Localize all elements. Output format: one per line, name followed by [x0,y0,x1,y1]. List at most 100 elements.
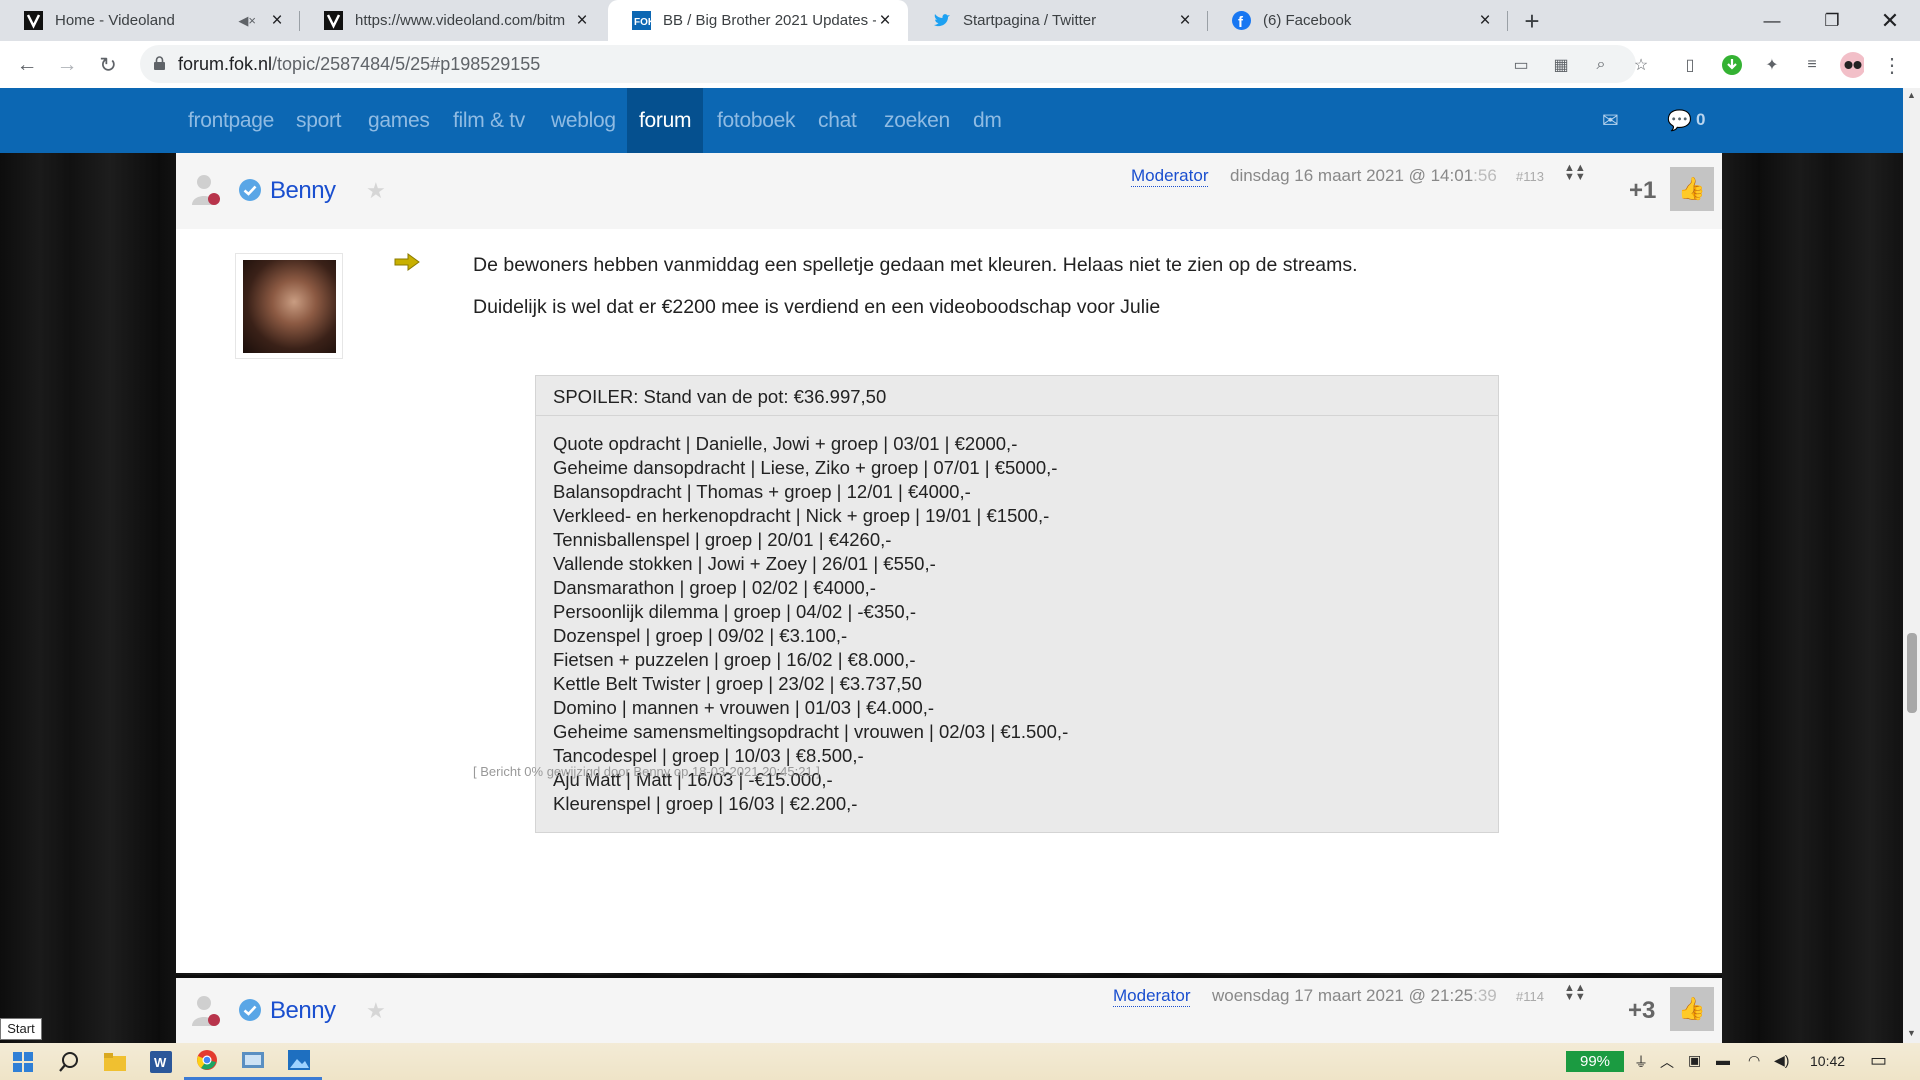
page-scrollbar[interactable]: ▲ ▼ [1903,88,1920,1043]
tab-fok-bigbrother[interactable]: FOK BB / Big Brother 2021 Updates - × [608,0,908,41]
back-button[interactable]: ← [13,51,41,79]
nav-games[interactable]: games [368,88,430,153]
spoiler-line: Geheime dansopdracht | Liese, Ziko + gro… [553,457,1058,478]
forward-button[interactable]: → [53,51,81,79]
post-date-text: dinsdag 16 maart 2021 @ 14:01 [1230,166,1474,185]
favorite-star-icon[interactable]: ★ [366,998,386,1024]
nav-forum[interactable]: forum [627,88,704,153]
windows-start-icon[interactable] [0,1043,46,1080]
post-sort-arrows-icon[interactable]: ▲▲ ▼▼ [1564,983,1586,1003]
nav-sport[interactable]: sport [296,88,341,153]
notifications-icon[interactable]: ▭ [1870,1050,1887,1071]
search-icon[interactable] [46,1043,92,1080]
user-status-icon [192,996,220,1026]
tab-facebook[interactable]: f (6) Facebook × [1208,0,1508,41]
nav-dm[interactable]: dm [973,88,1002,153]
nav-zoeken[interactable]: zoeken [884,88,950,153]
post-date-seconds: :39 [1473,986,1497,1005]
favorite-star-icon[interactable]: ★ [366,178,386,204]
verified-badge-icon [239,179,261,201]
next-forum-post-header: Benny ★ Moderator woensdag 17 maart 2021… [176,975,1722,1043]
apps-grid-icon[interactable]: ▦ [1550,54,1572,76]
spoiler-line: Domino | mannen + vrouwen | 01/03 | €4.0… [553,697,935,718]
spoiler-line: Kleurenspel | groep | 16/03 | €2.200,- [553,793,858,814]
scroll-up-arrow-icon[interactable]: ▲ [1903,90,1920,100]
photos-icon[interactable] [276,1043,322,1080]
tab-videoland-url[interactable]: https://www.videoland.com/bitm × [300,0,605,41]
windows-taskbar: W 99% ⏚ ︿ ▣ ▬ ◠ ◀) 10:42 ▭ [0,1043,1920,1080]
media-control-icon[interactable]: ≡ [1800,53,1824,77]
role-link[interactable]: Moderator [1131,166,1209,187]
muted-speaker-icon[interactable]: ◀× [238,13,256,29]
browser-menu-icon[interactable]: ⋮ [1880,53,1904,77]
spoiler-header[interactable]: SPOILER: Stand van de pot: €36.997,50 [536,376,1498,416]
file-explorer-icon[interactable] [92,1043,138,1080]
address-bar[interactable]: forum.fok.nl/topic/2587484/5/25#p1985291… [140,45,1648,83]
chat-bubble-icon[interactable]: 💬 [1667,108,1692,133]
tab-twitter[interactable]: Startpagina / Twitter × [908,0,1208,41]
cast-icon[interactable]: ▭ [1510,54,1532,76]
power-plug-icon[interactable]: ⏚ [1634,1052,1648,1072]
site-navigation: frontpage sport games film & tv weblog f… [0,88,1903,153]
bookmark-star-icon[interactable]: ☆ [1630,54,1652,76]
word-icon[interactable]: W [138,1043,184,1080]
spoiler-line: Vallende stokken | Jowi + Zoey | 26/01 |… [553,553,936,574]
nav-frontpage[interactable]: frontpage [188,88,274,153]
scrollbar-thumb[interactable] [1907,633,1917,713]
meet-now-icon[interactable]: ▣ [1688,1052,1701,1069]
battery-icon[interactable]: ▬ [1716,1052,1730,1068]
url-text: forum.fok.nl/topic/2587484/5/25#p1985291… [178,54,540,75]
close-window-button[interactable]: ✕ [1860,0,1920,41]
minimize-button[interactable]: — [1742,0,1802,41]
svg-text:W: W [154,1055,167,1070]
chrome-icon[interactable] [184,1043,230,1080]
close-tab-icon[interactable]: × [876,10,894,32]
spoiler-title: SPOILER: Stand van de pot: €36.997,50 [553,386,887,407]
close-tab-icon[interactable]: × [573,10,591,32]
nav-chat[interactable]: chat [818,88,857,153]
new-tab-button[interactable]: + [1518,6,1546,37]
scroll-down-arrow-icon[interactable]: ▼ [1903,1028,1920,1038]
forum-post: Benny ★ Moderator dinsdag 16 maart 2021 … [176,153,1722,973]
post-number-link[interactable]: #113 [1516,169,1544,184]
tab-strip: Home - Videoland ◀× × https://www.videol… [0,0,1920,41]
nav-weblog[interactable]: weblog [551,88,616,153]
avatar-frame [235,253,343,359]
thumbs-up-button[interactable]: 👍 [1670,167,1714,211]
post-date-seconds: :56 [1473,166,1497,185]
thumbs-up-button[interactable]: 👍 [1670,987,1714,1031]
nav-fotoboek[interactable]: fotoboek [717,88,795,153]
close-tab-icon[interactable]: × [1176,10,1194,32]
close-tab-icon[interactable]: × [1476,10,1494,32]
post-sort-arrows-icon[interactable]: ▲▲ ▼▼ [1564,163,1586,183]
extension-green-icon[interactable] [1720,53,1744,77]
avatar[interactable] [243,260,336,353]
role-link[interactable]: Moderator [1113,986,1191,1007]
clock[interactable]: 10:42 [1810,1053,1845,1069]
extension-phone-icon[interactable]: ▯ [1678,53,1702,77]
post-paragraph: De bewoners hebben vanmiddag een spellet… [473,254,1358,276]
username-link[interactable]: Benny [270,177,336,205]
nav-film-tv[interactable]: film & tv [453,88,525,153]
mail-icon[interactable]: ✉ [1602,108,1619,133]
profile-avatar-icon[interactable] [1840,52,1864,78]
close-tab-icon[interactable]: × [268,10,286,32]
post-number-link[interactable]: #114 [1516,989,1544,1004]
zoom-icon[interactable]: ⌕ [1590,54,1612,76]
spoiler-line: Dansmarathon | groep | 02/02 | €4000,- [553,577,876,598]
reload-button[interactable]: ↻ [94,51,122,79]
volume-icon[interactable]: ◀) [1774,1052,1789,1069]
tab-videoland-home[interactable]: Home - Videoland ◀× × [0,0,300,41]
show-hidden-icons-icon[interactable]: ︿ [1660,1052,1674,1072]
battery-indicator[interactable]: 99% [1566,1051,1624,1072]
wifi-icon[interactable]: ◠ [1748,1052,1760,1069]
extensions-puzzle-icon[interactable]: ✦ [1760,53,1784,77]
fok-icon: FOK [632,11,651,30]
url-path: /topic/2587484/5/25#p198529155 [272,54,541,74]
restore-button[interactable]: ❐ [1802,0,1862,41]
app-window-icon[interactable] [230,1043,276,1080]
videoland-icon [324,11,343,30]
username-link[interactable]: Benny [270,997,336,1025]
twitter-icon [932,11,951,30]
spoiler-line: Quote opdracht | Danielle, Jowi + groep … [553,433,1018,454]
